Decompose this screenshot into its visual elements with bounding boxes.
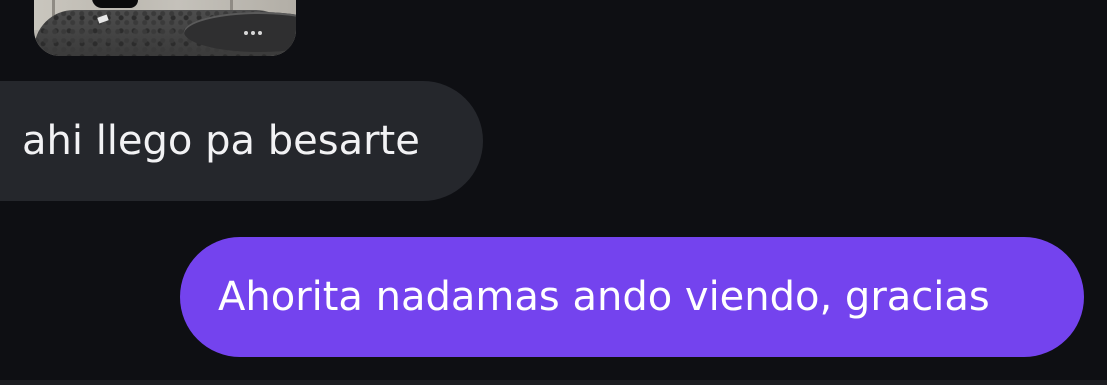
incoming-message-bubble[interactable]: ahi llego pa besarte <box>0 81 483 201</box>
message-text: Ahorita nadamas ando viendo, gracias <box>218 274 990 320</box>
composer-divider <box>0 380 1107 385</box>
photo-figure <box>92 0 138 8</box>
photo-detail <box>244 31 262 35</box>
outgoing-message-bubble[interactable]: Ahorita nadamas ando viendo, gracias <box>180 237 1084 357</box>
photo-message-thumbnail[interactable] <box>34 0 296 56</box>
message-text: ahi llego pa besarte <box>22 118 420 164</box>
chat-thread: ahi llego pa besarte Ahorita nadamas and… <box>0 0 1107 385</box>
